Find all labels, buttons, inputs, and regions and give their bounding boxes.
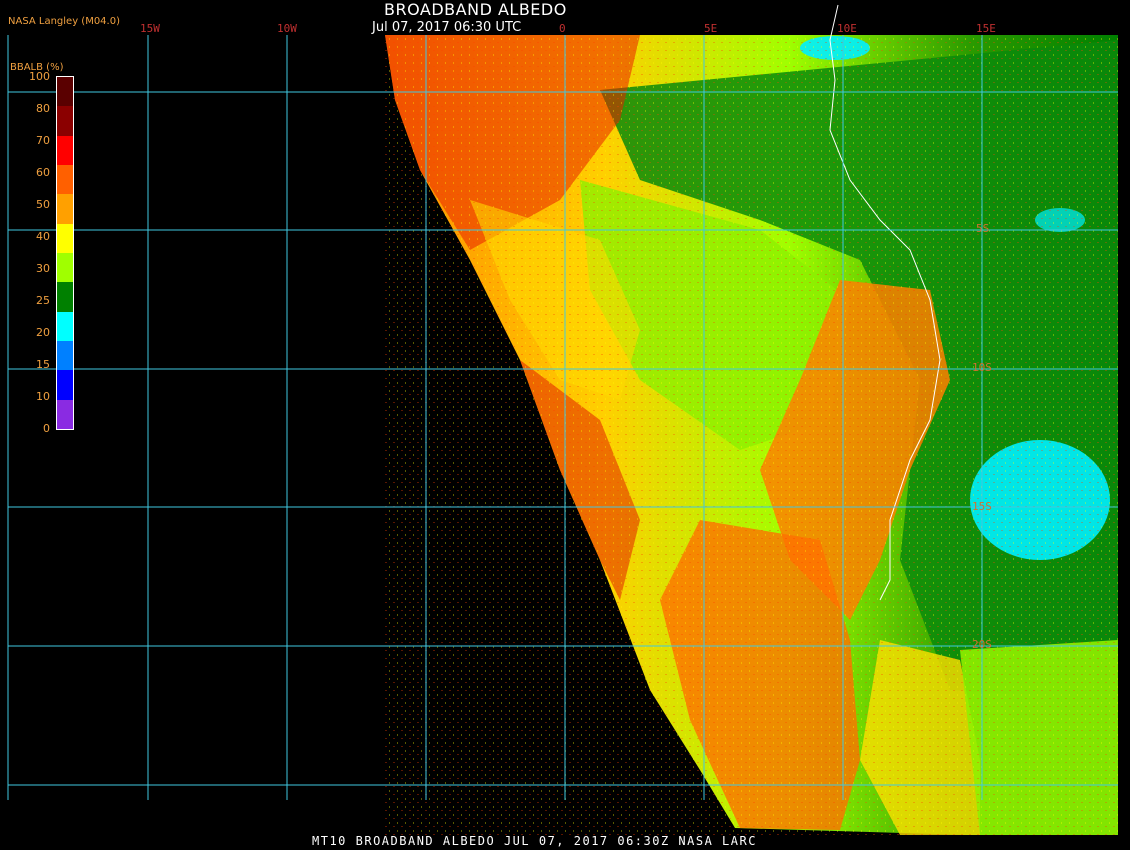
colorbar-segment bbox=[57, 252, 73, 283]
colorbar-tick-label: 30 bbox=[36, 262, 50, 275]
colorbar-segment bbox=[57, 370, 73, 400]
colorbar-segment bbox=[57, 77, 73, 107]
map-datetime: Jul 07, 2017 06:30 UTC bbox=[372, 20, 522, 35]
lon-label-15w: 15W bbox=[140, 22, 160, 35]
colorbar-tick-label: 25 bbox=[36, 294, 50, 307]
colorbar-tick-label: 70 bbox=[36, 134, 50, 147]
lon-label-5e: 5E bbox=[704, 22, 718, 35]
colorbar-tick-label: 80 bbox=[36, 102, 50, 115]
colorbar-segment bbox=[57, 399, 73, 429]
colorbar-tick-label: 10 bbox=[36, 390, 50, 403]
footer-caption: MT10 BROADBAND ALBEDO JUL 07, 2017 06:30… bbox=[312, 834, 757, 848]
colorbar-tick-label: 60 bbox=[36, 166, 50, 179]
map-title: BROADBAND ALBEDO bbox=[384, 0, 567, 19]
lat-label-10s: 10S bbox=[972, 361, 992, 374]
colorbar-segment bbox=[57, 340, 73, 371]
colorbar-segment bbox=[57, 194, 73, 224]
colorbar-tick-label: 20 bbox=[36, 326, 50, 339]
lat-label-5s: 5S bbox=[976, 222, 990, 235]
colorbar-tick-label: 100 bbox=[29, 70, 50, 83]
colorbar-tick-label: 0 bbox=[43, 422, 50, 435]
colorbar-tick-label: 50 bbox=[36, 198, 50, 211]
colorbar bbox=[56, 76, 74, 430]
lon-label-15e: 15E bbox=[976, 22, 996, 35]
albedo-map bbox=[7, 4, 1120, 835]
land-swath bbox=[385, 35, 1120, 835]
lon-label-10e: 10E bbox=[837, 22, 857, 35]
colorbar-segment bbox=[57, 135, 73, 165]
colorbar-segment bbox=[57, 282, 73, 312]
colorbar-segment bbox=[57, 106, 73, 136]
colorbar-segment bbox=[57, 311, 73, 341]
colorbar-segment bbox=[57, 164, 73, 195]
colorbar-tick-label: 40 bbox=[36, 230, 50, 243]
texture bbox=[385, 35, 1120, 835]
lat-label-20s: 20S bbox=[972, 638, 992, 651]
credit-label: NASA Langley (M04.0) bbox=[8, 16, 120, 27]
colorbar-tick-label: 15 bbox=[36, 358, 50, 371]
colorbar-segment bbox=[57, 223, 73, 253]
lon-label-10w: 10W bbox=[277, 22, 297, 35]
lat-label-15s: 15S bbox=[972, 500, 992, 513]
lon-label-0: 0 bbox=[559, 22, 566, 35]
